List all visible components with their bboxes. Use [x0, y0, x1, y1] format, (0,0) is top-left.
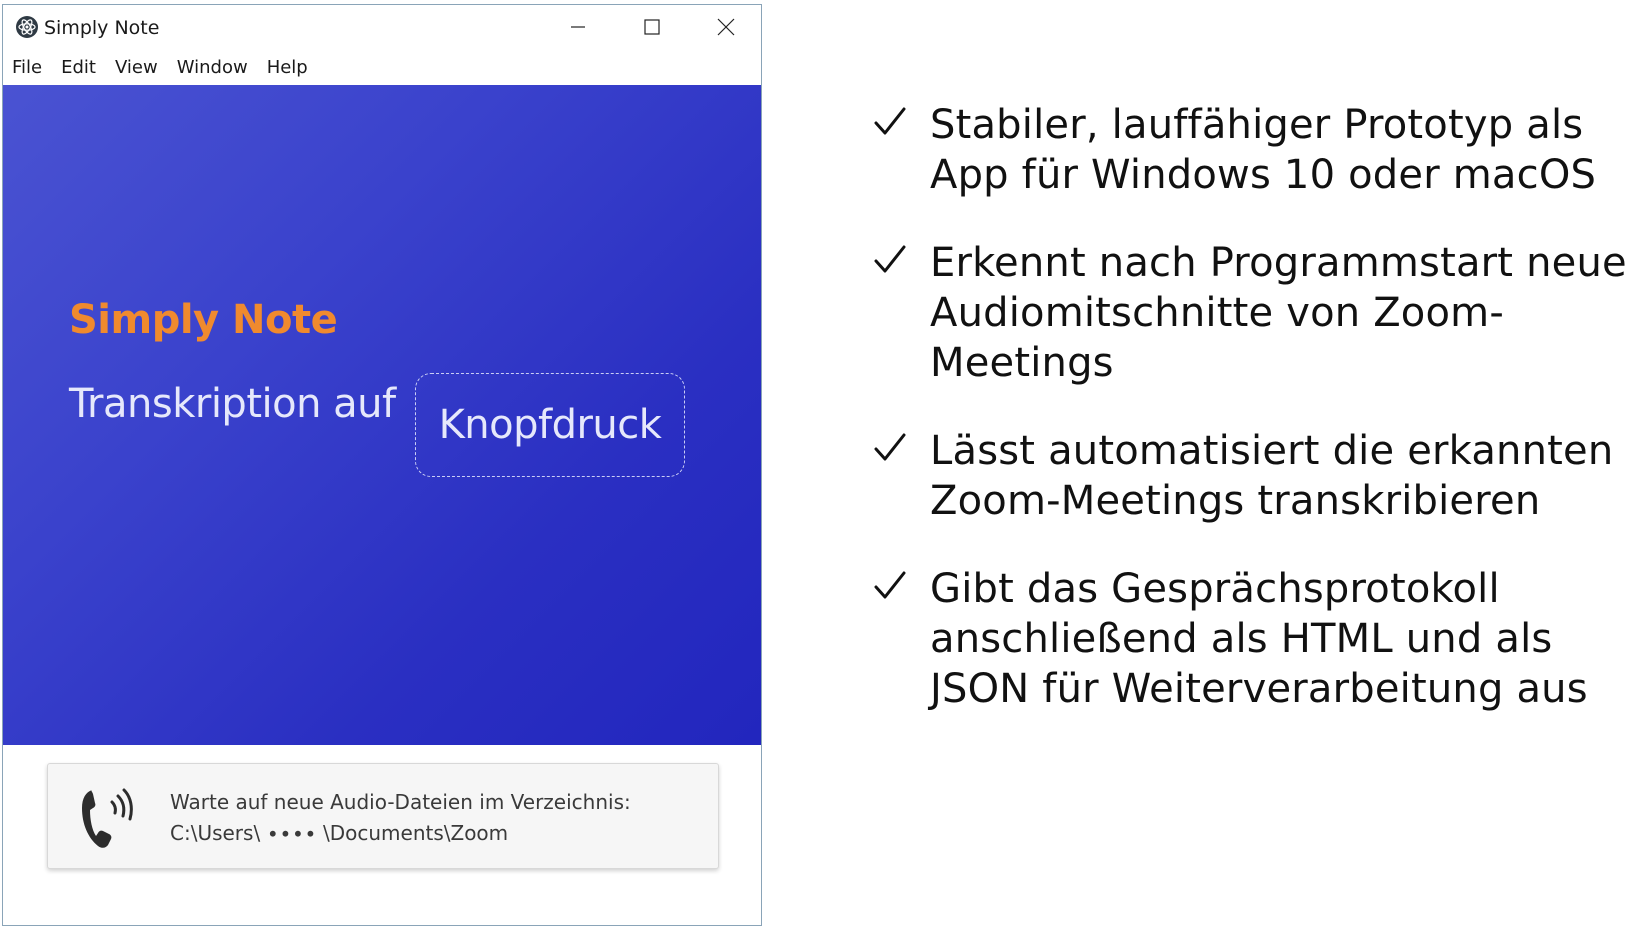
- feature-text: Erkennt nach Programmstart neue Audiomit…: [930, 240, 1627, 386]
- menu-file[interactable]: File: [12, 57, 42, 78]
- status-card: Warte auf neue Audio-Dateien im Verzeich…: [47, 763, 719, 869]
- close-icon: [717, 18, 735, 36]
- status-message: Warte auf neue Audio-Dateien im Verzeich…: [170, 790, 631, 814]
- list-item: Erkennt nach Programmstart neue Audiomit…: [872, 238, 1632, 388]
- list-item: Gibt das Gesprächsprotokoll anschließend…: [872, 564, 1632, 714]
- checkmark-icon: [874, 107, 906, 135]
- maximize-icon: [644, 19, 660, 35]
- feature-text: Gibt das Gesprächsprotokoll anschließend…: [930, 566, 1588, 712]
- menu-help[interactable]: Help: [267, 57, 308, 78]
- checkmark-icon: [874, 245, 906, 273]
- transcribe-button[interactable]: Knopfdruck: [415, 373, 685, 477]
- menu-edit[interactable]: Edit: [61, 57, 96, 78]
- checkmark-icon: [874, 571, 906, 599]
- close-button[interactable]: [691, 5, 761, 49]
- menu-view[interactable]: View: [115, 57, 158, 78]
- feature-list: Stabiler, lauffähiger Prototyp als App f…: [872, 100, 1632, 752]
- minimize-icon: [571, 26, 585, 28]
- hero-subtitle: Transkription auf: [69, 381, 396, 427]
- hero-panel: Simply Note Transkription auf Knopfdruck: [3, 85, 761, 745]
- maximize-button[interactable]: [617, 5, 687, 49]
- menu-bar: File Edit View Window Help: [3, 49, 761, 85]
- feature-text: Stabiler, lauffähiger Prototyp als App f…: [930, 102, 1597, 198]
- electron-atom-icon: [16, 16, 38, 38]
- list-item: Stabiler, lauffähiger Prototyp als App f…: [872, 100, 1632, 200]
- status-directory-path: C:\Users\ ∙∙∙∙ \Documents\Zoom: [170, 821, 509, 845]
- menu-window[interactable]: Window: [177, 57, 248, 78]
- window-title: Simply Note: [44, 17, 160, 39]
- minimize-button[interactable]: [543, 5, 613, 49]
- title-bar[interactable]: Simply Note: [3, 5, 761, 49]
- phone-ringing-icon: [82, 788, 133, 848]
- hero-title: Simply Note: [69, 297, 338, 343]
- checkmark-icon: [874, 433, 906, 461]
- app-window: Simply Note File Edit View Window Help S…: [2, 4, 762, 926]
- list-item: Lässt automatisiert die erkannten Zoom-M…: [872, 426, 1632, 526]
- feature-text: Lässt automatisiert die erkannten Zoom-M…: [930, 428, 1614, 524]
